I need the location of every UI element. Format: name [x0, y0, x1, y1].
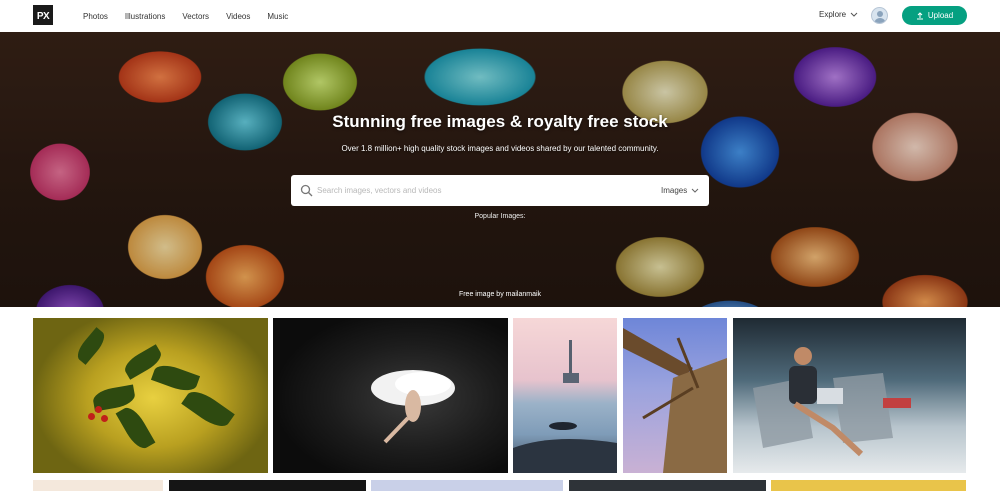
main-nav: Photos Illustrations Vectors Videos Musi…: [83, 0, 305, 32]
image-tile-strip-1[interactable]: [33, 480, 163, 491]
image-tile-holly[interactable]: [33, 318, 268, 473]
nav-videos[interactable]: Videos: [226, 12, 250, 21]
nav-photos[interactable]: Photos: [83, 12, 108, 21]
hero-title: Stunning free images & royalty free stoc…: [332, 112, 668, 131]
user-avatar-icon[interactable]: [871, 7, 888, 24]
image-tile-strip-5[interactable]: [771, 480, 966, 491]
image-tile-windmill[interactable]: [623, 318, 727, 473]
ballerina-figure: [371, 370, 455, 444]
image-tile-tower[interactable]: [513, 318, 617, 473]
chevron-down-icon: [850, 12, 858, 17]
explore-label: Explore: [819, 10, 847, 19]
nav-music[interactable]: Music: [267, 12, 288, 21]
search-bar: [291, 175, 709, 206]
upload-label: Upload: [927, 11, 954, 20]
top-navigation-bar: PX Photos Illustrations Vectors Videos M…: [0, 0, 1000, 32]
upload-button[interactable]: Upload: [902, 6, 967, 25]
image-tile-ballerina[interactable]: [273, 318, 508, 473]
image-tile-strip-3[interactable]: [371, 480, 563, 491]
image-tile-man-laptop[interactable]: [733, 318, 966, 473]
explore-dropdown[interactable]: Explore: [819, 10, 858, 19]
hero-shade: [0, 32, 1000, 307]
nav-vectors[interactable]: Vectors: [182, 12, 209, 21]
man-laptop-scene: [753, 347, 911, 457]
nav-illustrations[interactable]: Illustrations: [125, 12, 165, 21]
image-credit[interactable]: Free image by mailanmaik: [0, 291, 1000, 298]
search-input[interactable]: [317, 183, 637, 198]
chevron-down-icon: [691, 188, 699, 193]
image-tile-strip-4[interactable]: [569, 480, 766, 491]
tower-silhouette: [513, 340, 617, 473]
hero-subtitle: Over 1.8 million+ high quality stock ima…: [341, 144, 659, 153]
popular-images-label: Popular Images:: [474, 213, 526, 220]
image-tile-strip-2[interactable]: [169, 480, 366, 491]
search-type-dropdown[interactable]: Images: [661, 186, 699, 195]
site-logo[interactable]: PX: [33, 5, 53, 25]
upload-icon: [916, 11, 923, 19]
image-row-strip: [33, 480, 966, 491]
windmill-shape: [623, 328, 727, 473]
search-type-label: Images: [661, 186, 688, 195]
hero-banner: Stunning free images & royalty free stoc…: [0, 32, 1000, 307]
search-icon: [300, 184, 313, 197]
